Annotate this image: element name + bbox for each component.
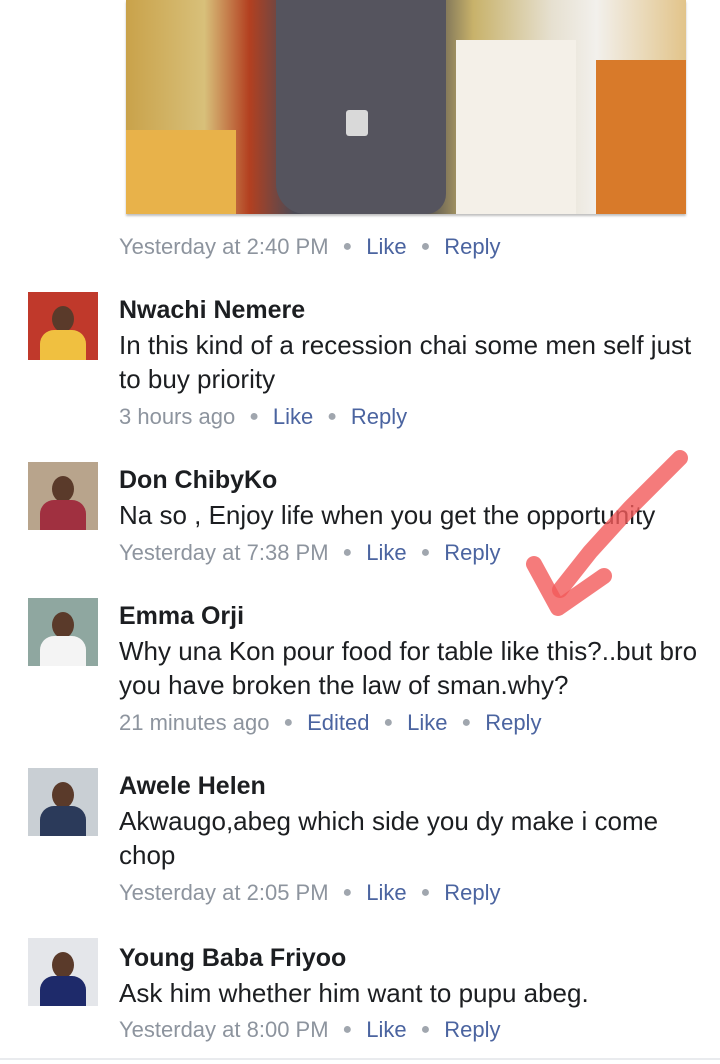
- timestamp: Yesterday at 2:40 PM: [119, 234, 329, 259]
- timestamp: 21 minutes ago: [119, 710, 270, 735]
- timestamp: Yesterday at 8:00 PM: [119, 1017, 329, 1042]
- edited-label[interactable]: Edited: [307, 710, 369, 735]
- separator-dot: ●: [342, 238, 353, 255]
- separator-dot: ●: [383, 714, 394, 731]
- like-button[interactable]: Like: [366, 880, 406, 905]
- separator-dot: ●: [420, 238, 431, 255]
- like-button[interactable]: Like: [366, 540, 406, 565]
- post-meta: Yesterday at 2:40 PM ● Like ● Reply: [119, 234, 501, 260]
- comment-text: In this kind of a recession chai some me…: [119, 330, 692, 394]
- reply-button[interactable]: Reply: [444, 540, 500, 565]
- like-button[interactable]: Like: [407, 710, 447, 735]
- reply-button[interactable]: Reply: [444, 880, 500, 905]
- photo-figure: [596, 60, 686, 214]
- comment-author[interactable]: Nwachi Nemere: [119, 296, 305, 325]
- timestamp: Yesterday at 2:05 PM: [119, 880, 329, 905]
- comment-meta: Yesterday at 2:05 PM ● Like ● Reply: [119, 880, 501, 906]
- comment-meta: Yesterday at 7:38 PM ● Like ● Reply: [119, 540, 501, 566]
- timestamp: Yesterday at 7:38 PM: [119, 540, 329, 565]
- avatar[interactable]: [28, 598, 98, 666]
- reply-button[interactable]: Reply: [485, 710, 541, 735]
- comment-meta: Yesterday at 8:00 PM ● Like ● Reply: [119, 1017, 501, 1043]
- divider: [0, 1058, 720, 1060]
- reply-button[interactable]: Reply: [351, 404, 407, 429]
- comment-author[interactable]: Awele Helen: [119, 772, 266, 801]
- photo-figure: [126, 130, 236, 214]
- separator-dot: ●: [249, 408, 259, 425]
- post-photo[interactable]: [126, 0, 686, 214]
- photo-figure: [456, 40, 576, 214]
- separator-dot: ●: [342, 544, 353, 561]
- comment-meta: 3 hours ago ● Like ● Reply: [119, 404, 407, 430]
- comment-author[interactable]: Emma Orji: [119, 602, 244, 631]
- avatar[interactable]: [28, 938, 98, 1006]
- separator-dot: ●: [420, 544, 431, 561]
- timestamp: 3 hours ago: [119, 404, 236, 429]
- annotation-arrow-icon: [526, 450, 688, 616]
- separator-dot: ●: [342, 884, 353, 901]
- separator-dot: ●: [420, 1021, 431, 1038]
- avatar[interactable]: [28, 292, 98, 360]
- padlock-icon: [346, 110, 368, 136]
- comment-meta: 21 minutes ago ● Edited ● Like ● Reply: [119, 710, 541, 736]
- comment-text: Ask him whether him want to pupu abeg.: [119, 978, 589, 1008]
- like-button[interactable]: Like: [273, 404, 313, 429]
- separator-dot: ●: [461, 714, 472, 731]
- comment-author[interactable]: Don ChibyKo: [119, 466, 277, 495]
- separator-dot: ●: [283, 714, 294, 731]
- photo-figure: [276, 0, 446, 214]
- comment-text: Why una Kon pour food for table like thi…: [119, 636, 698, 700]
- like-button[interactable]: Like: [366, 1017, 406, 1042]
- reply-button[interactable]: Reply: [444, 1017, 500, 1042]
- avatar[interactable]: [28, 768, 98, 836]
- separator-dot: ●: [420, 884, 431, 901]
- separator-dot: ●: [342, 1021, 353, 1038]
- comment-author[interactable]: Young Baba Friyoo: [119, 944, 346, 973]
- like-button[interactable]: Like: [366, 234, 406, 259]
- avatar[interactable]: [28, 462, 98, 530]
- reply-button[interactable]: Reply: [444, 234, 500, 259]
- separator-dot: ●: [327, 408, 337, 425]
- comment-text: Akwaugo,abeg which side you dy make i co…: [119, 806, 659, 870]
